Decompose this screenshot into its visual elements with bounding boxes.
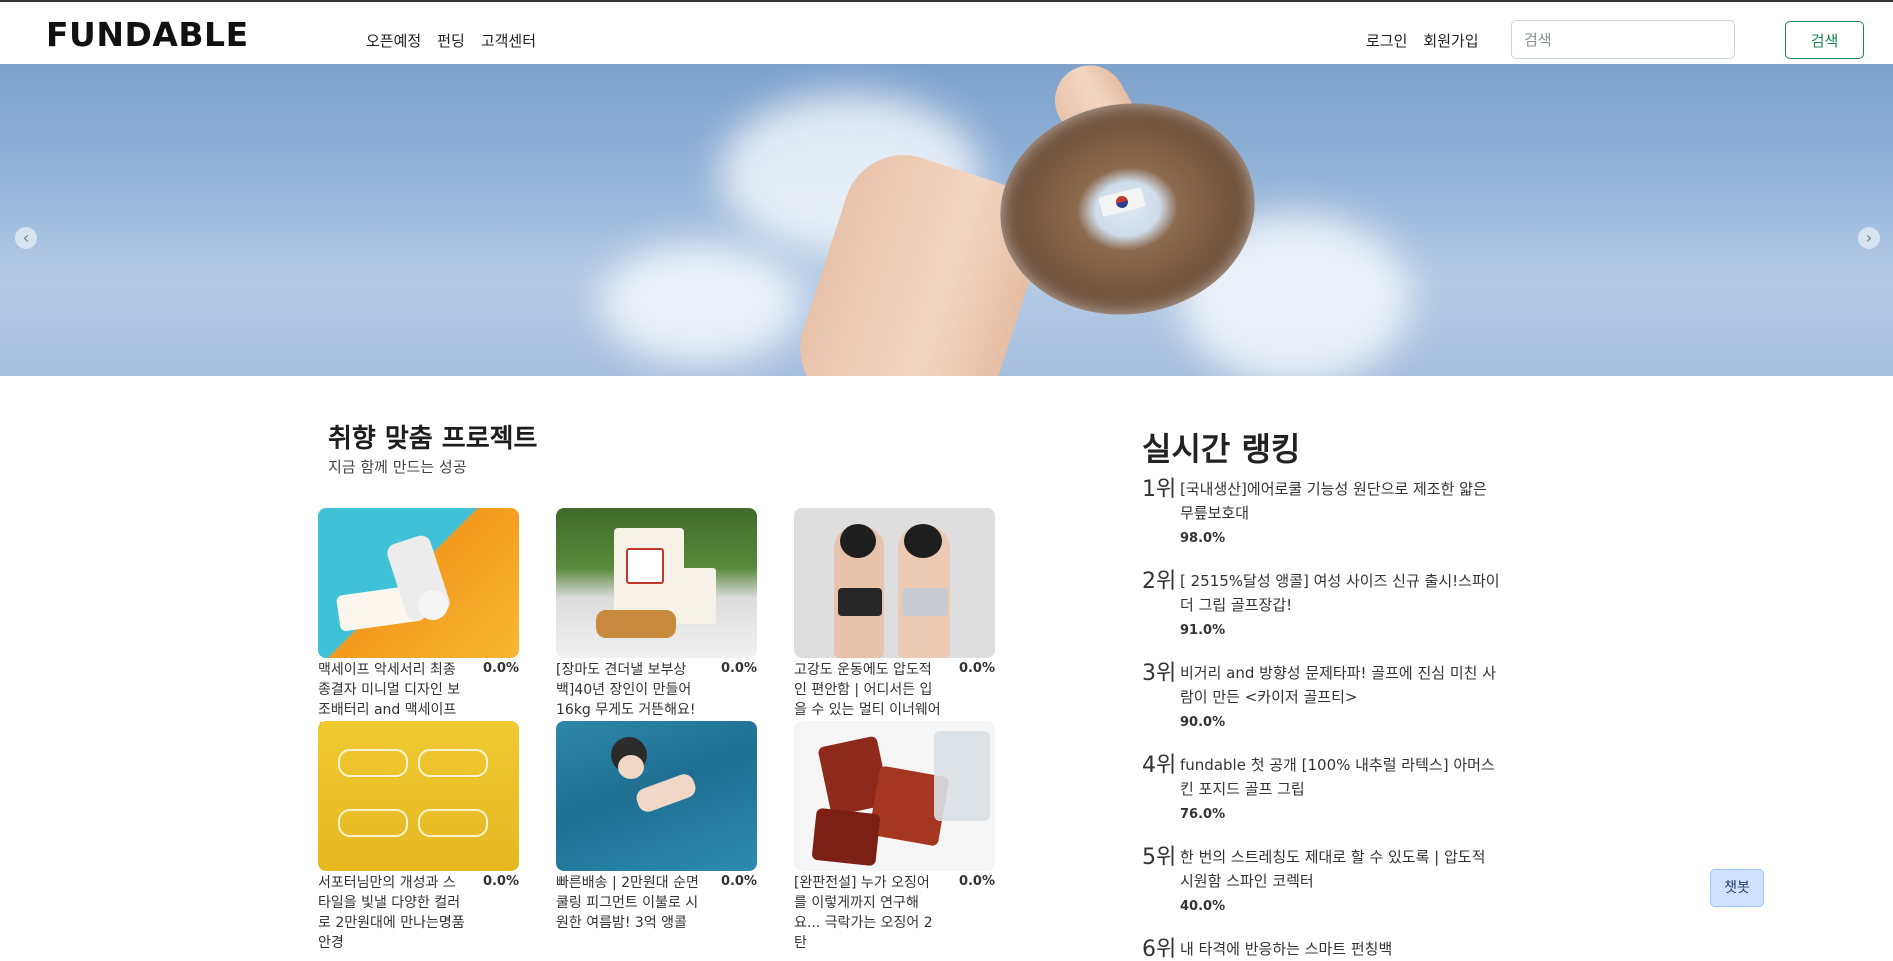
- logo[interactable]: FUNDABLE: [46, 18, 249, 51]
- ranking-item[interactable]: 3위 비거리 and 방향성 문제타파! 골프에 진심 미친 사람이 만든 <카…: [1142, 661, 1502, 730]
- ranking-item[interactable]: 2위 [ 2515%달성 앵콜] 여성 사이즈 신규 출시!스파이더 그립 골프…: [1142, 569, 1502, 638]
- search-input[interactable]: [1511, 20, 1735, 59]
- product-image[interactable]: [318, 721, 519, 871]
- search-button[interactable]: 검색: [1785, 21, 1864, 59]
- ranking-item-title[interactable]: 비거리 and 방향성 문제타파! 골프에 진심 미친 사람이 만든 <카이저 …: [1180, 661, 1500, 709]
- ranking-rate: 91.0%: [1180, 623, 1226, 638]
- ranking-number: 2위: [1142, 569, 1177, 594]
- product-image[interactable]: [556, 721, 757, 871]
- project-card[interactable]: 고강도 운동에도 압도적인 편안함 | 어디서든 입을 수 있는 멀티 이너웨어…: [794, 508, 995, 720]
- ranking-rate: 76.0%: [1180, 807, 1226, 822]
- project-rate: 0.0%: [720, 661, 757, 676]
- project-name: [장마도 견더낼 보부상 백]40년 장인이 만들어 16kg 무게도 거뜬해요…: [556, 662, 696, 718]
- project-rate: 0.0%: [482, 874, 519, 889]
- carousel-next-button[interactable]: ›: [1858, 227, 1880, 249]
- nav-item-upcoming[interactable]: 오픈예정: [366, 30, 421, 51]
- project-rate: 0.0%: [720, 874, 757, 889]
- ranking-rate: 98.0%: [1180, 531, 1226, 546]
- ranking-title: 실시간 랭킹: [1142, 430, 1301, 468]
- recommend-subtitle: 지금 함께 만드는 성공: [328, 458, 467, 476]
- project-rate: 0.0%: [958, 874, 995, 889]
- product-image[interactable]: [318, 508, 519, 658]
- ranking-number: 4위: [1142, 753, 1177, 778]
- ranking-item[interactable]: 5위 한 번의 스트레칭도 제대로 할 수 있도록 | 압도적 시원함 스파인 …: [1142, 845, 1502, 914]
- nav-item-funding[interactable]: 펀딩: [437, 30, 465, 51]
- login-link[interactable]: 로그인: [1366, 30, 1407, 51]
- ranking-number: 6위: [1142, 937, 1177, 961]
- ranking-item[interactable]: 1위 [국내생산]에어로쿨 기능성 원단으로 제조한 얇은 무릎보호대 98.0…: [1142, 477, 1502, 546]
- nav-item-support[interactable]: 고객센터: [481, 30, 536, 51]
- project-name: 서포터님만의 개성과 스타일을 빛낼 다양한 컬러로 2만원대에 만나는명품안경: [318, 875, 465, 951]
- ranking-rate: 40.0%: [1180, 899, 1226, 914]
- ranking-rate: 90.0%: [1180, 715, 1226, 730]
- cloud: [600, 244, 800, 364]
- ranking-item-title[interactable]: [국내생산]에어로쿨 기능성 원단으로 제조한 얇은 무릎보호대: [1180, 477, 1500, 525]
- product-image[interactable]: [794, 508, 995, 658]
- product-image[interactable]: [794, 721, 995, 871]
- project-card[interactable]: 맥세이프 악세서리 최종 종결자 미니멀 디자인 보조배터리 and 맥세이프톡…: [318, 508, 519, 740]
- ranking-number: 1위: [1142, 477, 1177, 502]
- product-image[interactable]: [556, 508, 757, 658]
- project-card[interactable]: [완판전설] 누가 오징어를 이렇게까지 연구해요... 극락가는 오징어 2탄…: [794, 721, 995, 953]
- chatbot-button[interactable]: 챗봇: [1710, 869, 1764, 907]
- ranking-item-title[interactable]: fundable 첫 공개 [100% 내추럴 라텍스] 아머스킨 포지드 골프…: [1180, 753, 1500, 801]
- project-rate: 0.0%: [958, 661, 995, 676]
- project-card[interactable]: 서포터님만의 개성과 스타일을 빛낼 다양한 컬러로 2만원대에 만나는명품안경…: [318, 721, 519, 953]
- recommend-title: 취향 맞춤 프로젝트: [328, 424, 538, 454]
- ranking-item-title[interactable]: [ 2515%달성 앵콜] 여성 사이즈 신규 출시!스파이더 그립 골프장갑!: [1180, 569, 1500, 617]
- carousel-prev-button[interactable]: ‹: [15, 227, 37, 249]
- ranking-number: 5위: [1142, 845, 1177, 870]
- hero-carousel: ‹ ›: [0, 64, 1893, 376]
- project-card[interactable]: [장마도 견더낼 보부상 백]40년 장인이 만들어 16kg 무게도 거뜬해요…: [556, 508, 757, 720]
- main-nav: 오픈예정 펀딩 고객센터: [366, 30, 536, 51]
- ranking-item-title[interactable]: 한 번의 스트레칭도 제대로 할 수 있도록 | 압도적 시원함 스파인 코렉터: [1180, 845, 1500, 893]
- account-links: 로그인 회원가입: [1366, 30, 1479, 51]
- project-name: 빠른배송 | 2만원대 순면 쿨링 피그먼트 이불로 시원한 여름밤! 3억 앵…: [556, 875, 699, 931]
- ranking-item[interactable]: 6위 내 타격에 반응하는 스마트 펀칭백: [1142, 937, 1502, 961]
- project-name: [완판전설] 누가 오징어를 이렇게까지 연구해요... 극락가는 오징어 2탄: [794, 875, 933, 951]
- ranking-number: 3위: [1142, 661, 1177, 686]
- signup-link[interactable]: 회원가입: [1423, 30, 1478, 51]
- ranking-item-title[interactable]: 내 타격에 반응하는 스마트 펀칭백: [1180, 937, 1500, 961]
- project-name: 고강도 운동에도 압도적인 편안함 | 어디서든 입을 수 있는 멀티 이너웨어: [794, 662, 941, 718]
- project-card[interactable]: 빠른배송 | 2만원대 순면 쿨링 피그먼트 이불로 시원한 여름밤! 3억 앵…: [556, 721, 757, 933]
- ranking-item[interactable]: 4위 fundable 첫 공개 [100% 내추럴 라텍스] 아머스킨 포지드…: [1142, 753, 1502, 822]
- navbar: FUNDABLE 오픈예정 펀딩 고객센터 로그인 회원가입 검색: [0, 2, 1893, 64]
